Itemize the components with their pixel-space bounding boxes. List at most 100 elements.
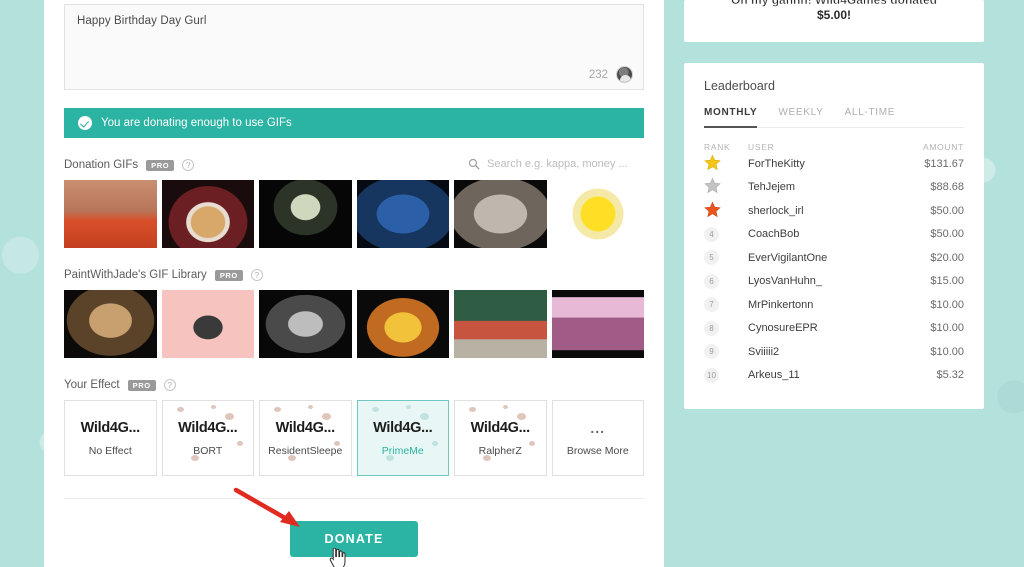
gif-library-grid (64, 290, 644, 358)
effect-card-no-effect[interactable]: Wild4G... No Effect (64, 400, 157, 476)
effect-label: No Effect (88, 444, 132, 457)
effect-card-browse-more[interactable]: ... Browse More (551, 400, 644, 476)
donate-button[interactable]: DONATE (290, 521, 418, 557)
search-input[interactable] (487, 158, 644, 170)
effect-logo: Wild4G... (275, 419, 336, 436)
help-icon[interactable]: ? (163, 379, 176, 391)
leaderboard-amount: $10.00 (930, 322, 964, 335)
leaderboard-tab-monthly[interactable]: MONTHLY (704, 107, 758, 128)
leaderboard-row: sherlock_irl $50.00 (704, 199, 964, 223)
message-footer: 232 (589, 66, 633, 83)
rank-number-badge: 10 (704, 367, 719, 383)
rank-star-silver-icon (704, 177, 721, 194)
gif-pancakes-plate[interactable] (161, 180, 254, 248)
leaderboard-rank: 9 (704, 344, 748, 360)
gif-anime-cheer-pink[interactable] (161, 290, 254, 358)
leaderboard-row: 10 Arkeus_11 $5.32 (704, 364, 964, 388)
rank-number-badge: 9 (704, 344, 719, 360)
donation-message-box[interactable]: Happy Birthday Day Gurl 232 (64, 4, 644, 90)
leaderboard-amount: $50.00 (930, 204, 964, 217)
leaderboard-amount: $10.00 (930, 298, 964, 311)
effect-sparkle-icon (210, 405, 216, 409)
gif-man-shouting[interactable] (64, 180, 157, 248)
gif-thumbnail-art (161, 180, 254, 248)
leaderboard-rank (704, 154, 748, 174)
gif-phone-shock[interactable] (454, 180, 547, 248)
gif-drake-pink[interactable] (551, 290, 644, 358)
leaderboard-row: ForTheKitty $131.67 (704, 152, 964, 176)
gif-thumbnail-art (259, 290, 352, 358)
gif-thumbnail-art (356, 180, 449, 248)
leaderboard-amount: $131.67 (924, 157, 964, 170)
donation-gifs-header: Donation GIFs PRO ? (64, 158, 644, 171)
effect-sparkle-icon (503, 405, 508, 409)
gif-money-throw-crowd[interactable] (259, 290, 352, 358)
leaderboard-username: EverVigilantOne (748, 251, 828, 264)
banner-text: You are donating enough to use GIFs (101, 117, 292, 129)
leaderboard-rank (704, 201, 748, 221)
gif-thumbnail-art (454, 290, 547, 358)
alert-line-2: $5.00! (816, 8, 852, 22)
effect-logo: ... (590, 419, 606, 436)
gif-southpark-donation-box[interactable] (454, 290, 547, 358)
leaderboard-username: ForTheKitty (748, 157, 805, 170)
gif-blue-dancer[interactable] (356, 180, 449, 248)
effect-card-bort[interactable]: Wild4G... BORT (161, 400, 254, 476)
leaderboard-rank: 4 (704, 226, 748, 242)
gif-thumbnail-art (356, 290, 449, 358)
effect-card-primeme[interactable]: Wild4G... PrimeMe (356, 400, 449, 476)
message-input[interactable]: Happy Birthday Day Gurl (77, 15, 631, 27)
gif-library-header: PaintWithJade's GIF Library PRO ? (64, 269, 644, 281)
column-header-user: USER (748, 142, 775, 152)
column-header-amount: AMOUNT (922, 142, 964, 152)
rank-number-badge: 7 (704, 297, 719, 313)
gif-mario-star[interactable] (551, 180, 644, 248)
column-header-rank: RANK (704, 142, 731, 152)
gif-mr-krabs-money[interactable] (356, 290, 449, 358)
effect-sparkle-icon (529, 441, 535, 446)
leaderboard-row: TehJejem $88.68 (704, 176, 964, 200)
leaderboard-card: Leaderboard MONTHLY WEEKLY ALL-TIME RANK U… (684, 63, 984, 409)
leaderboard-tab-all-time[interactable]: ALL-TIME (845, 107, 896, 128)
leaderboard-rank: 7 (704, 297, 748, 313)
leaderboard-username: Sviiiii2 (748, 345, 780, 358)
effect-logo: Wild4G... (470, 419, 531, 436)
leaderboard-amount: $10.00 (930, 345, 964, 358)
rank-number-badge: 5 (704, 250, 719, 266)
leaderboard-amount: $15.00 (930, 275, 964, 288)
leaderboard-rank (704, 177, 748, 197)
leaderboard-row: 4 CoachBob $50.00 (704, 223, 964, 247)
leaderboard-title: Leaderboard (704, 79, 775, 93)
your-effect-title: Your Effect (64, 379, 120, 391)
gif-money-falling[interactable] (259, 180, 352, 248)
donation-gifs-grid (64, 180, 644, 248)
effect-sparkle-icon (236, 441, 243, 446)
your-effect-header: Your Effect PRO ? (64, 379, 644, 391)
gif-man-cash-fan[interactable] (64, 290, 157, 358)
effect-card-ralpherz[interactable]: Wild4G... RalpherZ (454, 400, 547, 476)
gif-search[interactable] (468, 158, 644, 170)
gif-thumbnail-art (454, 180, 547, 248)
leaderboard-username: CynosureEPR (748, 322, 818, 335)
user-avatar (616, 66, 633, 83)
effect-card-residentsleepe[interactable]: Wild4G... ResidentSleepe (259, 400, 352, 476)
help-icon[interactable]: ? (250, 269, 263, 281)
help-icon[interactable]: ? (182, 159, 195, 171)
check-circle-icon (78, 116, 92, 130)
gif-eligibility-banner: You are donating enough to use GIFs (64, 108, 644, 138)
leaderboard-row: 5 EverVigilantOne $20.00 (704, 246, 964, 270)
leaderboard-tab-weekly[interactable]: WEEKLY (778, 107, 823, 128)
character-count: 232 (588, 68, 608, 81)
effect-label: BORT (193, 444, 223, 457)
gif-library-title: PaintWithJade's GIF Library (64, 269, 207, 281)
leaderboard-username: TehJejem (748, 181, 796, 194)
effect-logo: Wild4G... (178, 419, 238, 436)
effect-sparkle-icon (274, 407, 281, 412)
search-icon (468, 158, 480, 170)
leaderboard-column-headers: RANK USER AMOUNT (704, 142, 964, 152)
leaderboard-amount: $5.32 (936, 369, 964, 382)
leaderboard-rank: 6 (704, 273, 748, 289)
effect-sparkle-icon (469, 407, 476, 412)
gif-thumbnail-art (551, 290, 644, 358)
effect-label: PrimeMe (381, 444, 424, 457)
